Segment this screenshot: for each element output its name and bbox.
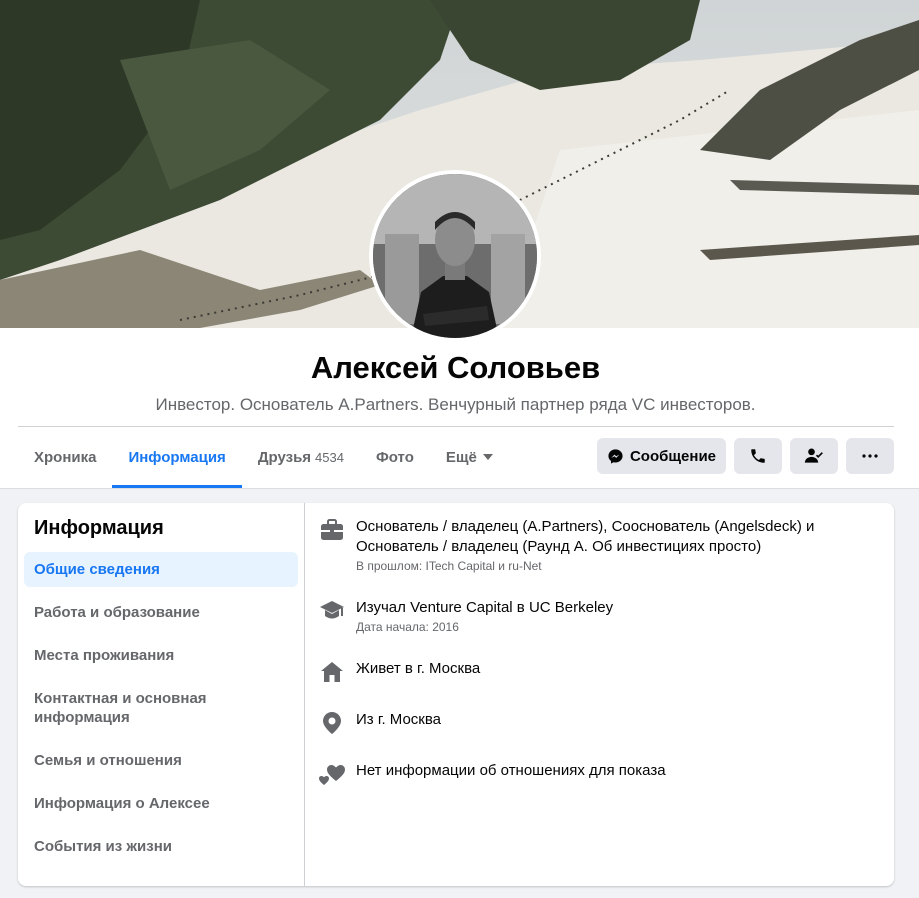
profile-avatar[interactable]	[369, 170, 541, 342]
sidebar-item-overview[interactable]: Общие сведения	[24, 552, 298, 587]
profile-tabs: Хроника Информация Друзья 4534 Фото Ещё	[18, 427, 509, 488]
friend-status-button[interactable]	[790, 438, 838, 474]
education-row: Изучал Venture Capital в UC Berkeley Дат…	[319, 598, 878, 634]
messenger-icon	[608, 448, 623, 464]
tab-friends[interactable]: Друзья 4534	[242, 427, 360, 487]
about-sidebar: Информация Общие сведения Работа и образ…	[18, 503, 305, 886]
more-options-button[interactable]	[846, 438, 894, 474]
sidebar-item-contact-info[interactable]: Контактная и основная информация	[24, 681, 298, 735]
work-text: Основатель / владелец (A.Partners), Соос…	[356, 518, 815, 555]
relationship-text: Нет информации об отношениях для показа	[356, 762, 666, 779]
call-button[interactable]	[734, 438, 782, 474]
tab-about[interactable]: Информация	[112, 427, 243, 488]
caret-down-icon	[482, 454, 493, 460]
tab-label: Фото	[375, 448, 414, 466]
work-row: Основатель / владелец (A.Partners), Соос…	[319, 517, 878, 573]
tab-label: Хроника	[34, 448, 97, 466]
profile-bio: Инвестор. Основатель A.Partners. Венчурн…	[155, 395, 756, 414]
ellipsis-icon	[862, 454, 878, 458]
profile-header: Алексей Соловьев Инвестор. Основатель A.…	[0, 0, 919, 489]
sidebar-item-details[interactable]: Информация о Алексее	[24, 786, 298, 821]
sidebar-item-work-education[interactable]: Работа и образование	[24, 595, 298, 630]
relationship-row: Нет информации об отношениях для показа	[319, 761, 878, 787]
graduation-cap-icon	[319, 598, 345, 624]
tab-more[interactable]: Ещё	[430, 427, 509, 487]
briefcase-icon	[319, 517, 345, 543]
sidebar-title: Информация	[34, 517, 164, 539]
from-text: Из г. Москва	[356, 711, 442, 728]
home-icon	[319, 659, 345, 685]
tab-label: Информация	[128, 448, 226, 466]
profile-name: Алексей Соловьев	[310, 350, 601, 385]
tab-timeline[interactable]: Хроника	[18, 427, 112, 487]
sidebar-item-family[interactable]: Семья и отношения	[24, 743, 298, 778]
friends-count: 4534	[315, 449, 344, 465]
phone-icon	[751, 449, 765, 463]
hearts-icon	[319, 761, 345, 787]
from-row: Из г. Москва	[319, 710, 878, 736]
location-pin-icon	[319, 710, 345, 736]
tab-label: Ещё	[445, 448, 477, 466]
tab-photos[interactable]: Фото	[360, 427, 430, 487]
message-button[interactable]: Сообщение	[597, 438, 726, 474]
sidebar-item-life-events[interactable]: События из жизни	[24, 829, 298, 864]
education-start: Дата начала: 2016	[356, 620, 459, 634]
work-past: В прошлом: ITech Capital и ru-Net	[356, 559, 542, 573]
education-text: Изучал Venture Capital в UC Berkeley	[356, 599, 614, 616]
sidebar-item-places[interactable]: Места проживания	[24, 638, 298, 673]
profile-actions: Сообщение	[597, 438, 894, 474]
lives-row: Живет в г. Москва	[319, 659, 878, 685]
lives-text: Живет в г. Москва	[356, 660, 481, 677]
person-check-icon	[804, 448, 823, 463]
about-card: Информация Общие сведения Работа и образ…	[18, 503, 894, 886]
overview-panel: Основатель / владелец (A.Partners), Соос…	[305, 503, 894, 886]
message-button-label: Сообщение	[629, 447, 717, 465]
tab-label: Друзья	[257, 448, 312, 466]
